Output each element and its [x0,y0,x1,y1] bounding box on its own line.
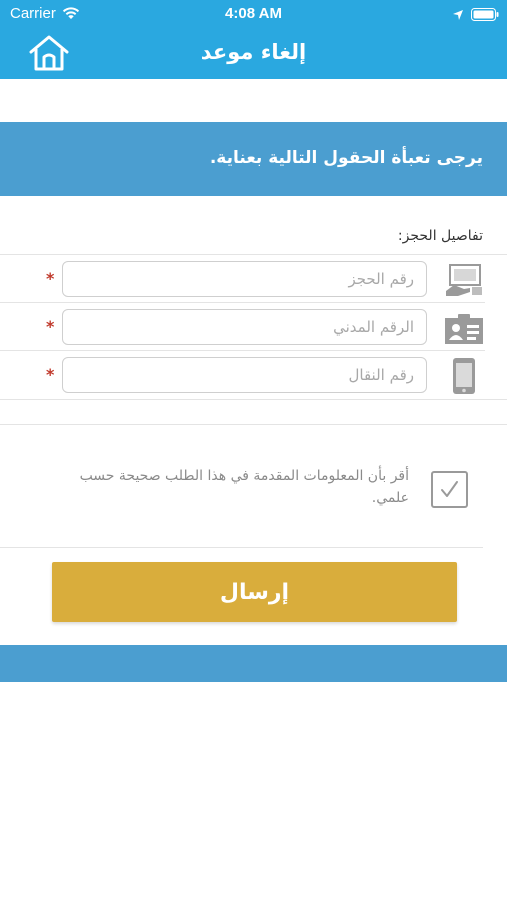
required-mark: * [46,317,55,336]
footer-bar [0,645,507,682]
submit-button[interactable]: إرسال [52,562,457,622]
required-mark: * [46,365,55,384]
location-arrow-icon [452,6,464,25]
divider [0,424,507,425]
instruction-text: يرجى تعبأة الحقول التالية بعناية. [209,148,483,168]
cancel-appointment-screen: Carrier 4:08 AM إلغاء موعد يرجى تعبأة ال… [0,0,507,900]
battery-icon [471,6,499,25]
mobile-number-input[interactable] [62,357,427,393]
mobile-phone-icon [444,357,484,395]
consent-text: أقر بأن المعلومات المقدمة في هذا الطلب ص… [79,468,409,506]
status-bar: Carrier 4:08 AM [0,0,507,28]
id-card-icon [444,309,484,347]
booking-details-label: تفاصيل الحجز: [397,228,483,244]
page-title: إلغاء موعد [200,40,307,64]
checkmark-icon [441,481,458,497]
civil-id-input[interactable] [62,309,427,345]
instruction-banner: يرجى تعبأة الحقول التالية بعناية. [0,122,507,196]
status-time: 4:08 AM [225,5,282,22]
booking-number-row: * [0,255,507,303]
required-mark: * [46,269,55,288]
booking-number-input[interactable] [62,261,427,297]
header-bar: Carrier 4:08 AM إلغاء موعد [0,0,507,79]
consent-checkbox[interactable] [431,471,468,508]
divider [0,547,483,548]
mobile-number-row: * [0,351,507,399]
divider [0,399,507,400]
civil-id-row: * [0,303,507,351]
booking-laptop-icon [444,261,484,299]
